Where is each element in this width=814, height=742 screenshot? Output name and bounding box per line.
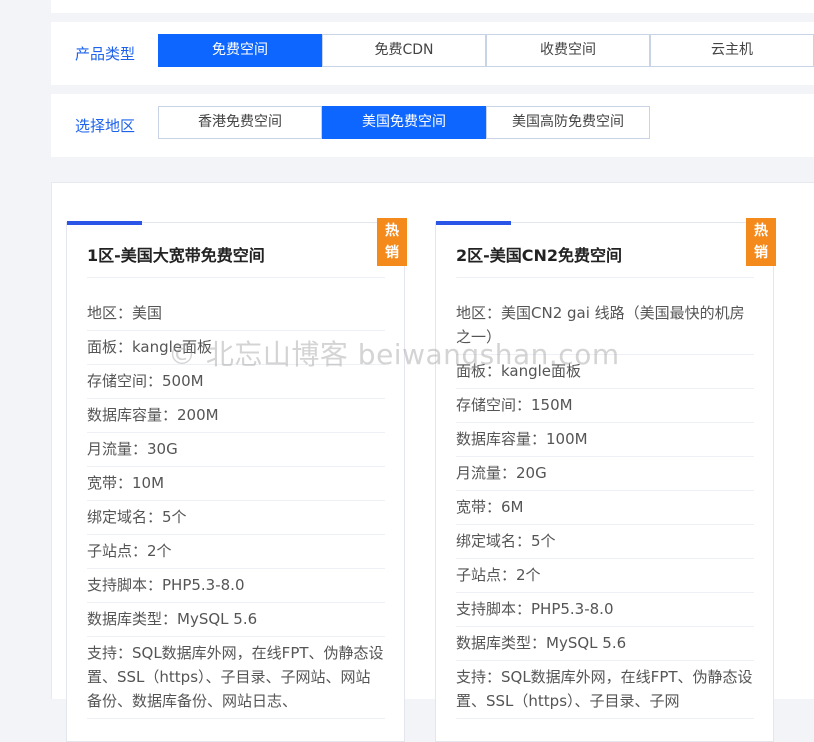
product-type-filter: 产品类型 免费空间 免费CDN 收费空间 云主机 bbox=[51, 22, 814, 85]
region-label: 选择地区 bbox=[75, 117, 136, 135]
spec-item: 支持：SQL数据库外网，在线FPT、伪静态设置、SSL（https）、子目录、子… bbox=[456, 661, 754, 719]
plan-card[interactable]: 热 销 2区-美国CN2免费空间 地区：美国CN2 gai 线路（美国最快的机房… bbox=[435, 218, 776, 742]
spec-item: 支持脚本：PHP5.3-8.0 bbox=[456, 593, 754, 627]
plans-panel: 热 销 1区-美国大宽带免费空间 地区：美国 面板：kangle面板 存储空间：… bbox=[51, 182, 814, 742]
spec-item: 宽带：6M bbox=[456, 491, 754, 525]
plan-title: 1区-美国大宽带免费空间 bbox=[87, 245, 385, 278]
spec-item: 月流量：20G bbox=[456, 457, 754, 491]
tab-paid-hosting[interactable]: 收费空间 bbox=[486, 34, 650, 67]
top-strip bbox=[51, 0, 814, 13]
spec-item: 地区：美国 bbox=[87, 297, 385, 331]
tab-us-ddos-free[interactable]: 美国高防免费空间 bbox=[486, 106, 650, 139]
spec-item: 子站点：2个 bbox=[87, 535, 385, 569]
spec-item: 宽带：10M bbox=[87, 467, 385, 501]
tab-hk-free[interactable]: 香港免费空间 bbox=[158, 106, 322, 139]
spec-item: 月流量：30G bbox=[87, 433, 385, 467]
spec-item: 面板：kangle面板 bbox=[87, 331, 385, 365]
tab-cloud-host[interactable]: 云主机 bbox=[650, 34, 814, 67]
spec-item: 支持：SQL数据库外网，在线FPT、伪静态设置、SSL（https）、子目录、子… bbox=[87, 637, 385, 719]
tab-us-free[interactable]: 美国免费空间 bbox=[322, 106, 486, 139]
spec-item: 存储空间：150M bbox=[456, 389, 754, 423]
plan-card[interactable]: 热 销 1区-美国大宽带免费空间 地区：美国 面板：kangle面板 存储空间：… bbox=[66, 218, 407, 742]
tab-free-cdn[interactable]: 免费CDN bbox=[322, 34, 486, 67]
spec-item: 支持脚本：PHP5.3-8.0 bbox=[87, 569, 385, 603]
spec-item: 数据库容量：100M bbox=[456, 423, 754, 457]
region-filter: 选择地区 香港免费空间 美国免费空间 美国高防免费空间 bbox=[51, 94, 814, 157]
spec-item: 绑定域名：5个 bbox=[456, 525, 754, 559]
spec-item: 绑定域名：5个 bbox=[87, 501, 385, 535]
tab-free-hosting[interactable]: 免费空间 bbox=[158, 34, 322, 67]
spec-item: 数据库类型：MySQL 5.6 bbox=[456, 627, 754, 661]
spec-item: 数据库容量：200M bbox=[87, 399, 385, 433]
card-accent-bar bbox=[67, 221, 142, 225]
spec-list: 地区：美国CN2 gai 线路（美国最快的机房之一） 面板：kangle面板 存… bbox=[456, 297, 754, 719]
spec-item: 面板：kangle面板 bbox=[456, 355, 754, 389]
card-accent-bar bbox=[436, 221, 511, 225]
spec-item: 地区：美国CN2 gai 线路（美国最快的机房之一） bbox=[456, 297, 754, 355]
spec-item: 数据库类型：MySQL 5.6 bbox=[87, 603, 385, 637]
spec-item: 子站点：2个 bbox=[456, 559, 754, 593]
hot-badge-char: 热 bbox=[754, 223, 768, 239]
hot-badge-char: 热 bbox=[385, 223, 399, 239]
product-type-label: 产品类型 bbox=[75, 45, 136, 63]
plan-title: 2区-美国CN2免费空间 bbox=[456, 245, 754, 278]
spec-list: 地区：美国 面板：kangle面板 存储空间：500M 数据库容量：200M 月… bbox=[87, 297, 385, 719]
spec-item: 存储空间：500M bbox=[87, 365, 385, 399]
